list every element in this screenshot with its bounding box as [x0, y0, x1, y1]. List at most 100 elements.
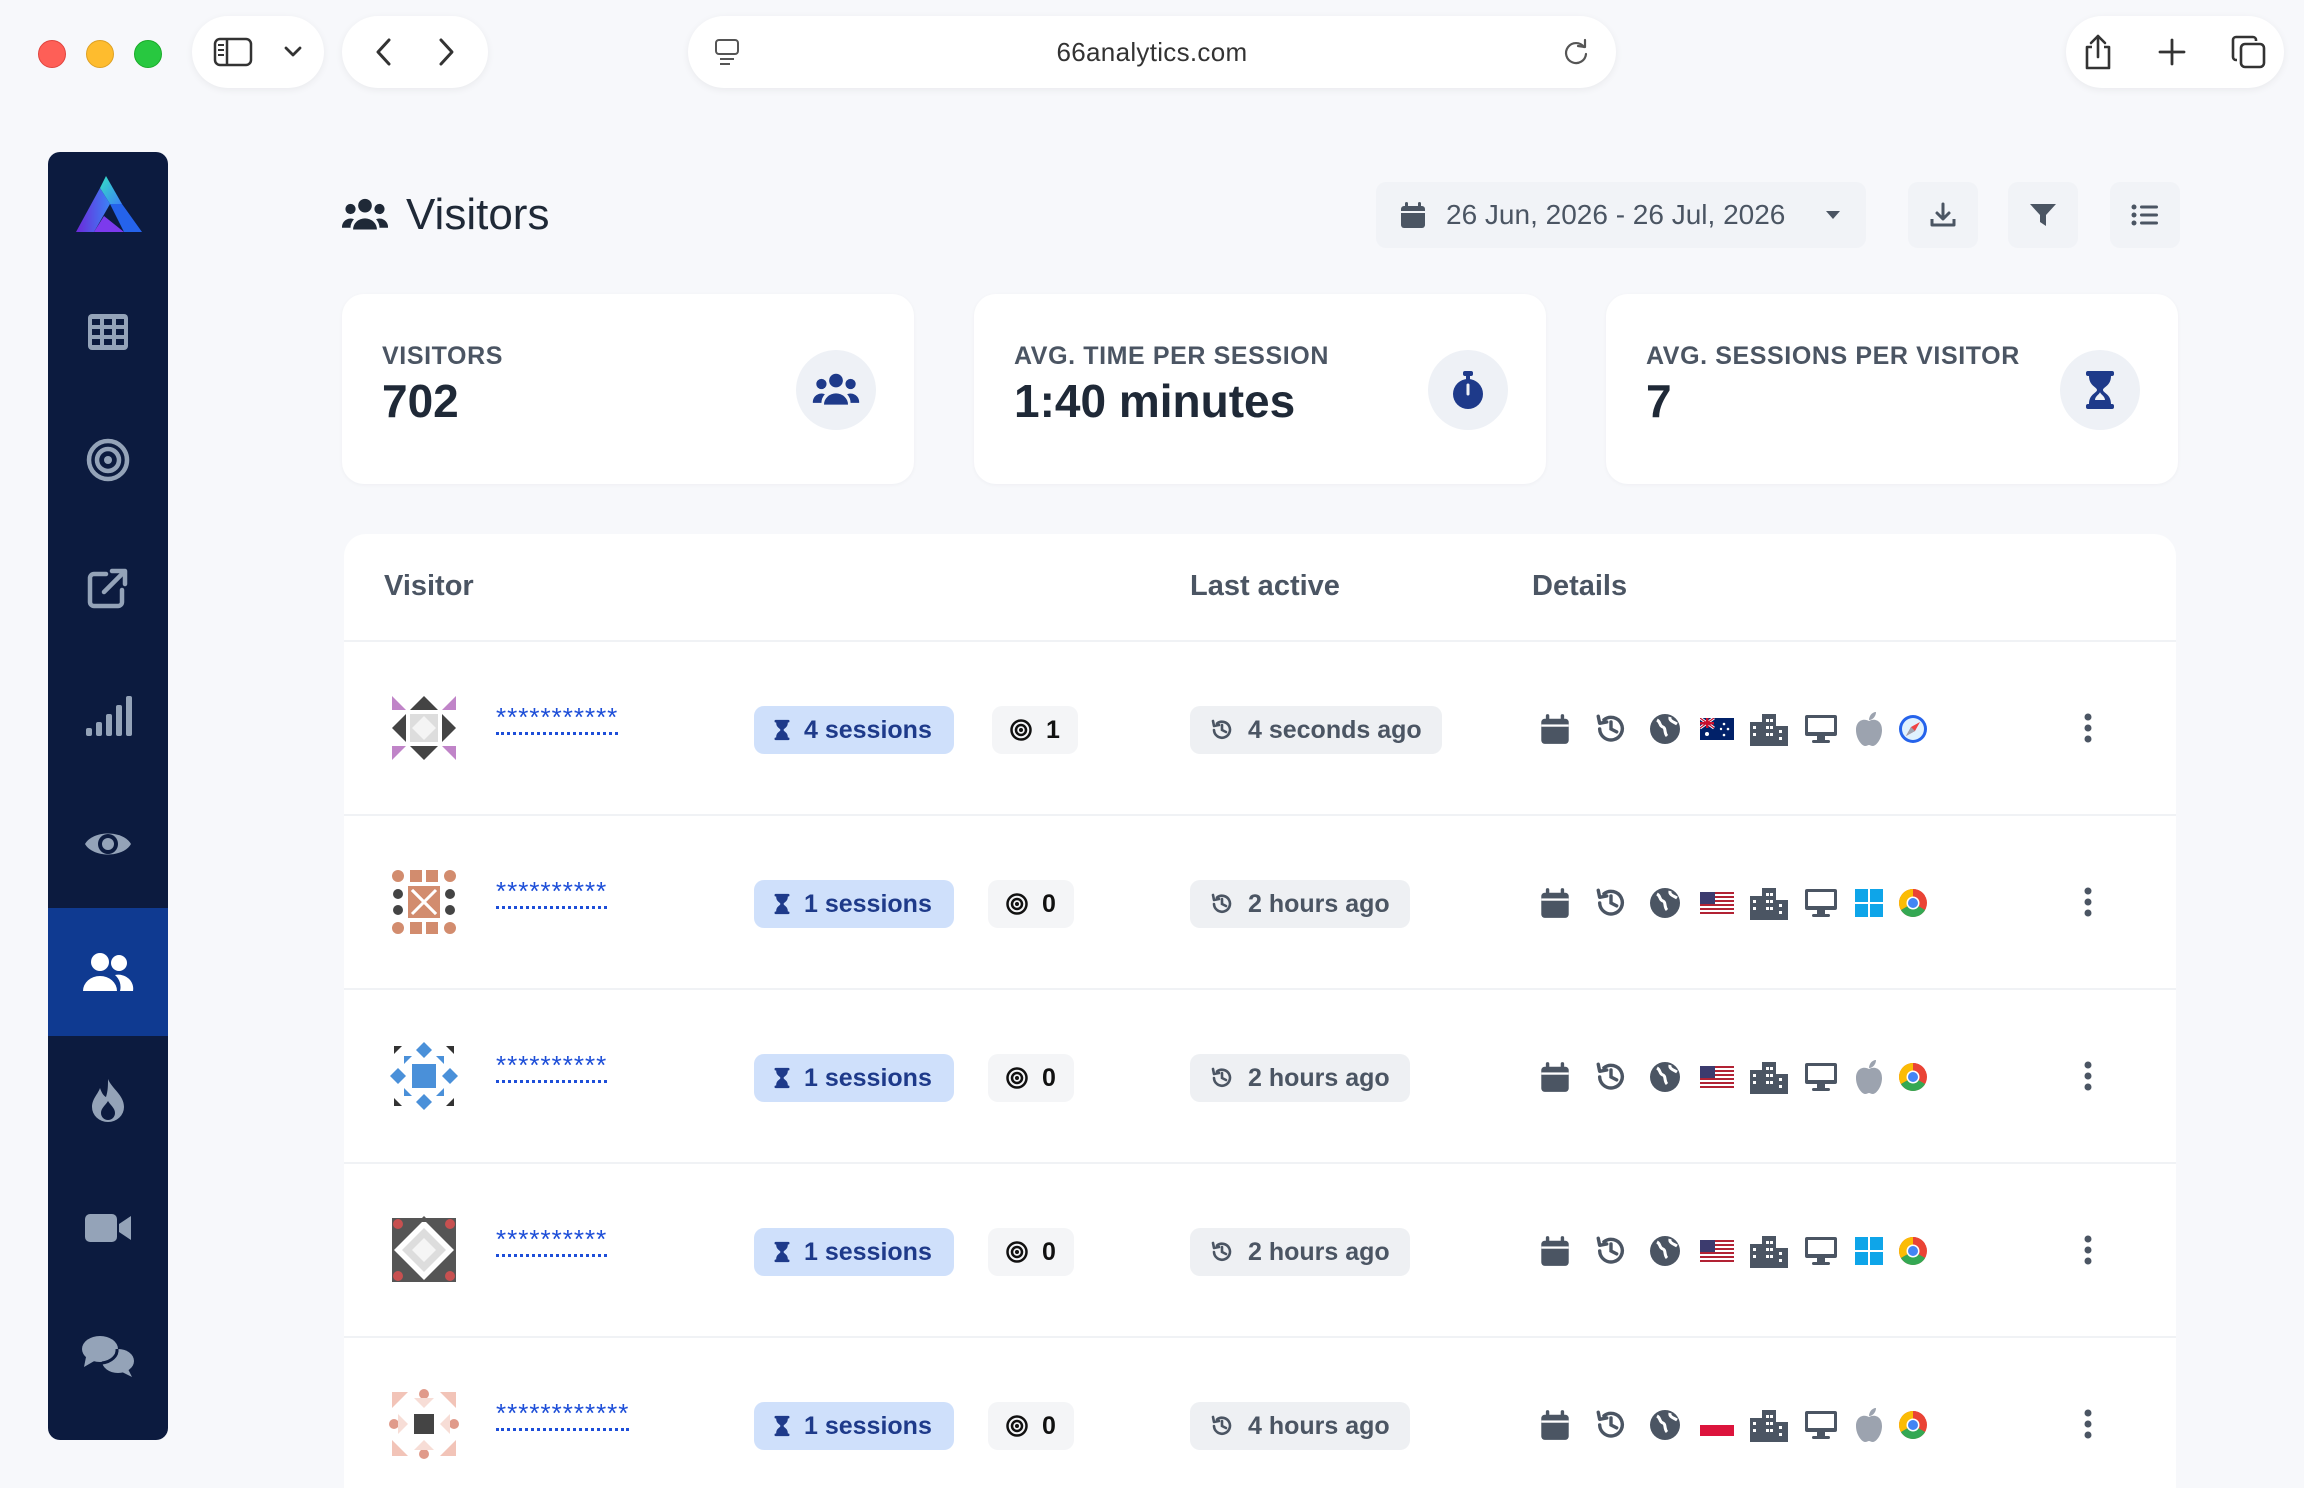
share-icon[interactable]: [2083, 33, 2113, 71]
chrome-icon[interactable]: [1892, 1404, 1934, 1446]
tabs-overview-icon[interactable]: [2231, 34, 2267, 70]
minimize-window-button[interactable]: [86, 40, 114, 68]
desktop-icon[interactable]: [1800, 1404, 1842, 1446]
chrome-icon[interactable]: [1892, 1230, 1934, 1272]
sessions-badge[interactable]: 1 sessions: [754, 1228, 954, 1276]
desktop-icon[interactable]: [1800, 1056, 1842, 1098]
windows-icon[interactable]: [1848, 882, 1890, 924]
flag-pl-icon[interactable]: [1696, 1404, 1738, 1446]
columns-button[interactable]: [2110, 182, 2180, 248]
apple-icon[interactable]: [1848, 708, 1890, 750]
sidebar-item-referrers[interactable]: [48, 524, 168, 652]
sessions-badge[interactable]: 1 sessions: [754, 1054, 954, 1102]
windows-icon[interactable]: [1848, 1230, 1890, 1272]
calendar-icon[interactable]: [1534, 708, 1576, 750]
city-icon[interactable]: [1748, 708, 1790, 750]
date-range-picker[interactable]: 26 Jun, 2026 - 26 Jul, 2026: [1376, 182, 1866, 248]
filter-button[interactable]: [2008, 182, 2078, 248]
back-icon[interactable]: [375, 37, 393, 67]
row-menu-icon[interactable]: [2078, 1402, 2098, 1446]
hourglass-icon: [2086, 371, 2114, 409]
calendar-icon[interactable]: [1534, 882, 1576, 924]
apple-icon[interactable]: [1848, 1404, 1890, 1446]
sessions-badge[interactable]: 1 sessions: [754, 1402, 954, 1450]
sessions-badge[interactable]: 1 sessions: [754, 880, 954, 928]
desktop-icon[interactable]: [1800, 1230, 1842, 1272]
goals-count: 1: [1046, 715, 1060, 744]
table-row[interactable]: ********** 1 sessions 0 2 hours ago: [344, 1164, 2176, 1338]
table-row[interactable]: ************ 1 sessions 0 4 hours ago: [344, 1338, 2176, 1488]
chevron-down-icon[interactable]: [283, 45, 303, 59]
sidebar-toggle-group: [192, 16, 324, 88]
city-icon[interactable]: [1748, 882, 1790, 924]
page-menu-icon[interactable]: [714, 38, 740, 66]
city-icon[interactable]: [1748, 1404, 1790, 1446]
sidebar-item-heatmaps[interactable]: [48, 1036, 168, 1164]
history-icon[interactable]: [1590, 1404, 1632, 1446]
new-tab-icon[interactable]: [2157, 37, 2187, 67]
desktop-icon[interactable]: [1800, 708, 1842, 750]
desktop-icon[interactable]: [1800, 882, 1842, 924]
visitor-id-link[interactable]: ************: [496, 1400, 630, 1431]
date-range-label: 26 Jun, 2026 - 26 Jul, 2026: [1446, 199, 1786, 230]
close-window-button[interactable]: [38, 40, 66, 68]
visitor-id-link[interactable]: **********: [496, 1226, 608, 1257]
city-icon[interactable]: [1748, 1056, 1790, 1098]
city-icon[interactable]: [1748, 1230, 1790, 1272]
globe-icon[interactable]: [1644, 708, 1686, 750]
stat-card-avg-time: AVG. TIME PER SESSION 1:40 minutes: [974, 294, 1546, 484]
flag-us-icon[interactable]: [1696, 1056, 1738, 1098]
app-logo[interactable]: [70, 170, 146, 246]
table-row[interactable]: ********** 1 sessions 0 2 hours ago: [344, 990, 2176, 1164]
calendar-icon[interactable]: [1534, 1230, 1576, 1272]
history-icon[interactable]: [1590, 1056, 1632, 1098]
sessions-badge[interactable]: 4 sessions: [754, 706, 954, 754]
forward-icon[interactable]: [437, 37, 455, 67]
export-button[interactable]: [1908, 182, 1978, 248]
table-row[interactable]: *********** 4 sessions 1 4 seconds ago: [344, 642, 2176, 816]
flag-us-icon[interactable]: [1696, 1230, 1738, 1272]
globe-icon[interactable]: [1644, 1056, 1686, 1098]
maximize-window-button[interactable]: [134, 40, 162, 68]
history-icon[interactable]: [1590, 708, 1632, 750]
sidebar-toggle-icon[interactable]: [213, 37, 253, 67]
goals-count: 0: [1042, 1237, 1056, 1266]
sidebar-item-replays[interactable]: [48, 1164, 168, 1292]
visitor-id-link[interactable]: **********: [496, 878, 608, 909]
row-menu-icon[interactable]: [2078, 1054, 2098, 1098]
calendar-icon[interactable]: [1534, 1056, 1576, 1098]
chrome-icon[interactable]: [1892, 1056, 1934, 1098]
sidebar-item-statistics[interactable]: [48, 652, 168, 780]
sidebar-item-goals[interactable]: [48, 396, 168, 524]
sidebar-item-dashboard[interactable]: [48, 268, 168, 396]
chrome-icon[interactable]: [1892, 882, 1934, 924]
globe-icon[interactable]: [1644, 1404, 1686, 1446]
row-menu-icon[interactable]: [2078, 1228, 2098, 1272]
flag-us-icon[interactable]: [1696, 882, 1738, 924]
sidebar-item-visitors[interactable]: [48, 908, 168, 1036]
column-header-visitor[interactable]: Visitor: [384, 570, 474, 603]
calendar-icon[interactable]: [1534, 1404, 1576, 1446]
flag-au-icon[interactable]: [1696, 708, 1738, 750]
row-menu-icon[interactable]: [2078, 706, 2098, 750]
apple-icon[interactable]: [1848, 1056, 1890, 1098]
visitor-id-link[interactable]: ***********: [496, 704, 619, 735]
sidebar-item-realtime[interactable]: [48, 780, 168, 908]
reload-icon[interactable]: [1562, 38, 1590, 66]
globe-icon[interactable]: [1644, 1230, 1686, 1272]
safari-icon[interactable]: [1892, 708, 1934, 750]
visitors-table: Visitor Last active Details *********** …: [344, 534, 2176, 1488]
history-icon[interactable]: [1590, 882, 1632, 924]
column-header-details: Details: [1532, 570, 1628, 602]
sidebar-item-feedback[interactable]: [48, 1292, 168, 1420]
visitor-avatar: [390, 1042, 458, 1110]
visitor-id-link[interactable]: **********: [496, 1052, 608, 1083]
stat-card-visitors: VISITORS 702: [342, 294, 914, 484]
table-row[interactable]: ********** 1 sessions 0 2 hours ago: [344, 816, 2176, 990]
row-menu-icon[interactable]: [2078, 880, 2098, 924]
globe-icon[interactable]: [1644, 882, 1686, 924]
visitor-avatar: [392, 696, 456, 760]
column-header-last-active[interactable]: Last active: [1190, 570, 1340, 603]
history-icon[interactable]: [1590, 1230, 1632, 1272]
address-bar[interactable]: 66analytics.com: [688, 16, 1616, 88]
